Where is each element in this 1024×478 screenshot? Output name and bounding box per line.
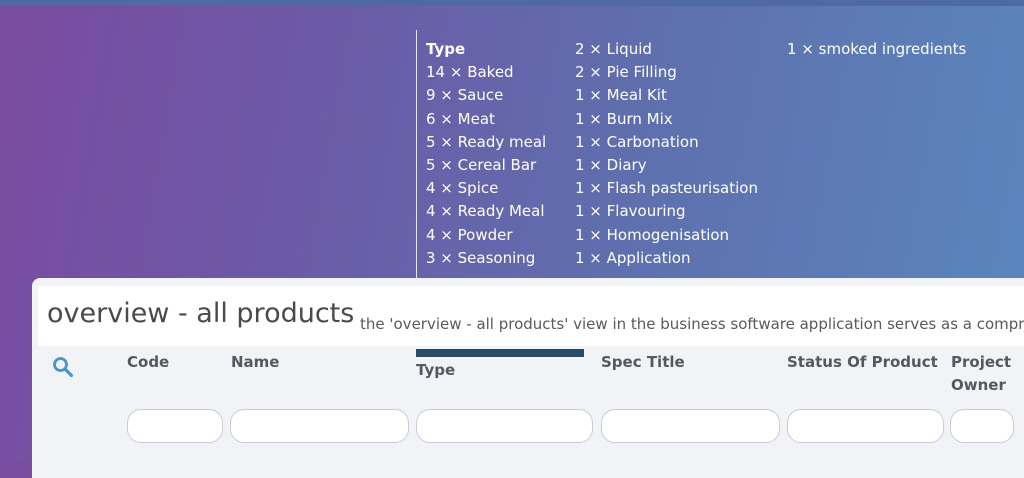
facet-column-1: Type 14 × Baked 9 × Sauce 6 × Meat 5 × R… <box>426 38 546 270</box>
facet-item[interactable]: 4 × Powder <box>426 224 546 247</box>
page-title: overview - all products <box>47 298 355 329</box>
facet-item[interactable]: 1 × Flash pasteurisation <box>575 177 758 200</box>
facet-column-2: 2 × Liquid 2 × Pie Filling 1 × Meal Kit … <box>575 38 758 270</box>
column-header-code[interactable]: Code <box>127 351 169 374</box>
filter-type-input[interactable] <box>416 409 593 443</box>
facet-item[interactable]: 1 × smoked ingredients <box>787 38 966 61</box>
active-column-indicator <box>416 349 584 357</box>
products-card: overview - all products the 'overview - … <box>32 278 1024 478</box>
facet-item[interactable]: 4 × Ready Meal <box>426 200 546 223</box>
facet-item[interactable]: 1 × Burn Mix <box>575 108 758 131</box>
facet-item[interactable]: 1 × Flavouring <box>575 200 758 223</box>
filter-code-input[interactable] <box>127 409 223 443</box>
facet-item[interactable]: 1 × Carbonation <box>575 131 758 154</box>
facet-item[interactable]: 14 × Baked <box>426 61 546 84</box>
facet-item[interactable]: 1 × Diary <box>575 154 758 177</box>
page-description: the 'overview - all products' view in th… <box>360 315 1024 333</box>
top-strip <box>0 0 1024 6</box>
facet-item[interactable]: 1 × Meal Kit <box>575 84 758 107</box>
column-header-owner-line2: Owner <box>951 376 1006 394</box>
facet-item[interactable]: 5 × Cereal Bar <box>426 154 546 177</box>
column-header-type[interactable]: Type <box>416 359 455 382</box>
facet-item[interactable]: 4 × Spice <box>426 177 546 200</box>
facet-item[interactable]: 2 × Pie Filling <box>575 61 758 84</box>
facet-item[interactable]: 3 × Seasoning <box>426 247 546 270</box>
facet-item[interactable]: 1 × Application <box>575 247 758 270</box>
filter-owner-input[interactable] <box>950 409 1014 443</box>
facet-item[interactable]: 5 × Ready meal <box>426 131 546 154</box>
column-header-name[interactable]: Name <box>231 351 279 374</box>
filter-spec-title-input[interactable] <box>601 409 780 443</box>
facet-column-3: 1 × smoked ingredients <box>787 38 966 61</box>
filter-name-input[interactable] <box>230 409 409 443</box>
column-header-spec-title[interactable]: Spec Title <box>601 351 685 374</box>
filter-status-input[interactable] <box>787 409 944 443</box>
facet-item[interactable]: 9 × Sauce <box>426 84 546 107</box>
type-facet-panel: Type 14 × Baked 9 × Sauce 6 × Meat 5 × R… <box>416 30 1024 278</box>
facet-heading: Type <box>426 40 466 58</box>
search-icon[interactable] <box>52 356 74 378</box>
title-bar: overview - all products the 'overview - … <box>38 286 1024 346</box>
facet-item[interactable]: 1 × Homogenisation <box>575 224 758 247</box>
column-header-status[interactable]: Status Of Product <box>787 351 938 374</box>
facet-item[interactable]: 6 × Meat <box>426 108 546 131</box>
column-header-owner-line1: Project <box>951 353 1012 371</box>
facet-item[interactable]: 2 × Liquid <box>575 38 758 61</box>
column-header-project-owner[interactable]: Project Owner <box>951 351 1011 397</box>
